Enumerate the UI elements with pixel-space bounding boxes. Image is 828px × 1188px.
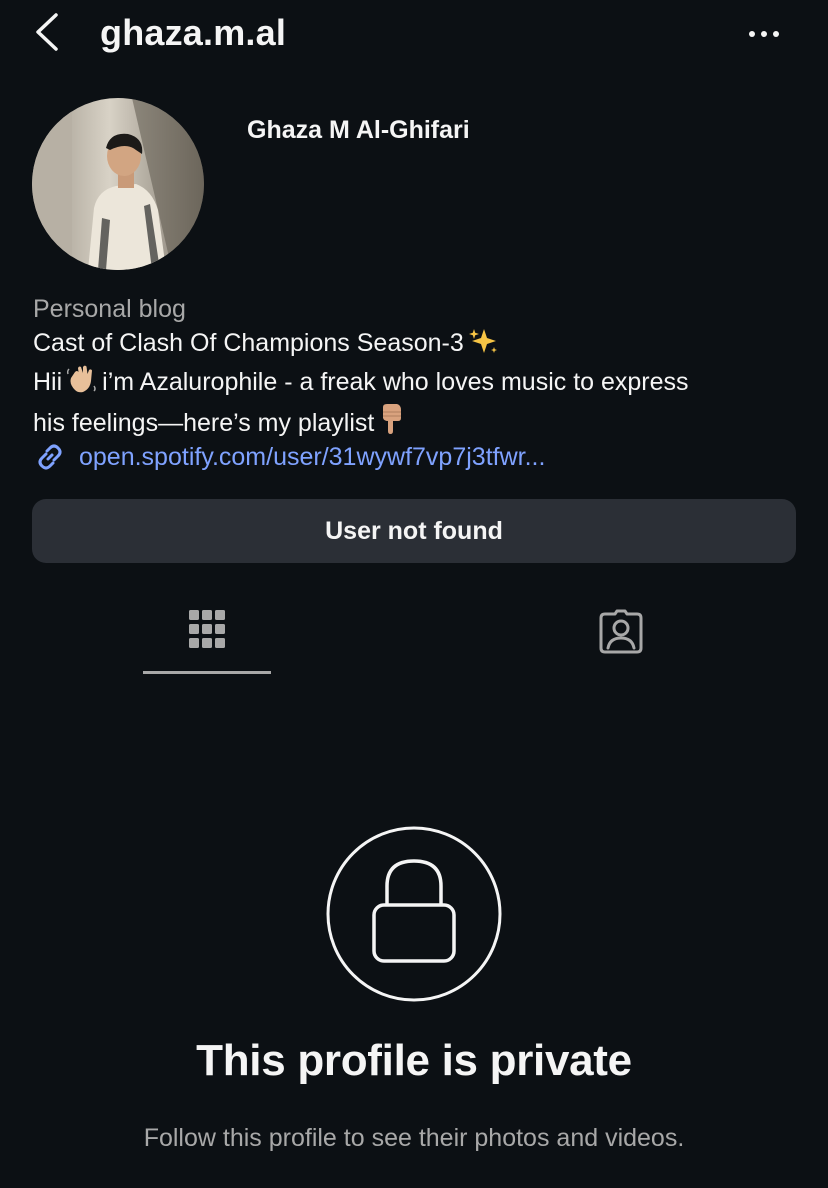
back-button[interactable] bbox=[26, 10, 70, 54]
tab-posts-grid[interactable] bbox=[142, 596, 272, 674]
more-options-button[interactable] bbox=[740, 14, 788, 54]
profile-category: Personal blog bbox=[33, 295, 186, 323]
profile-username: ghaza.m.al bbox=[100, 12, 287, 53]
bio-line-1-text: Cast of Clash Of Champions Season-3 bbox=[33, 329, 464, 357]
more-horizontal-icon bbox=[749, 31, 779, 37]
profile-photo bbox=[32, 98, 204, 270]
selected-tab-indicator bbox=[143, 671, 271, 674]
profile-bio: Personal blog Cast of Clash Of Champions… bbox=[33, 292, 803, 444]
top-bar: ghaza.m.al bbox=[0, 0, 828, 70]
bio-line-1: Cast of Clash Of Champions Season-3 bbox=[33, 326, 803, 364]
lock-icon bbox=[326, 826, 502, 1002]
grid-icon bbox=[189, 610, 225, 648]
link-icon bbox=[38, 444, 62, 470]
profile-link[interactable]: open.spotify.com/user/31wywf7vp7j3tfwr..… bbox=[33, 438, 545, 476]
tab-tagged[interactable] bbox=[556, 596, 686, 674]
profile-avatar[interactable] bbox=[32, 98, 204, 270]
bio-line-2-pre: Hii bbox=[33, 368, 63, 396]
profile-full-name: Ghaza M Al-Ghifari bbox=[247, 116, 470, 144]
user-not-found-label: User not found bbox=[325, 516, 503, 545]
waving-hand-icon bbox=[66, 364, 98, 403]
user-not-found-button[interactable]: User not found bbox=[32, 499, 796, 563]
lock-badge bbox=[326, 826, 502, 1002]
private-profile-title: This profile is private bbox=[196, 1036, 632, 1085]
bio-line-2: Hii i’m Azalurophile - a freak who loves… bbox=[33, 364, 803, 403]
private-profile-subtitle: Follow this profile to see their photos … bbox=[143, 1124, 685, 1152]
bio-line-3-text: his feelings—here’s my playlist bbox=[33, 409, 375, 437]
chevron-left-icon bbox=[36, 13, 58, 51]
profile-link-text: open.spotify.com/user/31wywf7vp7j3tfwr..… bbox=[79, 442, 546, 471]
bio-line-2-post: i’m Azalurophile - a freak who loves mus… bbox=[102, 368, 689, 396]
tagged-user-icon bbox=[599, 609, 643, 654]
sparkles-icon bbox=[468, 327, 498, 364]
